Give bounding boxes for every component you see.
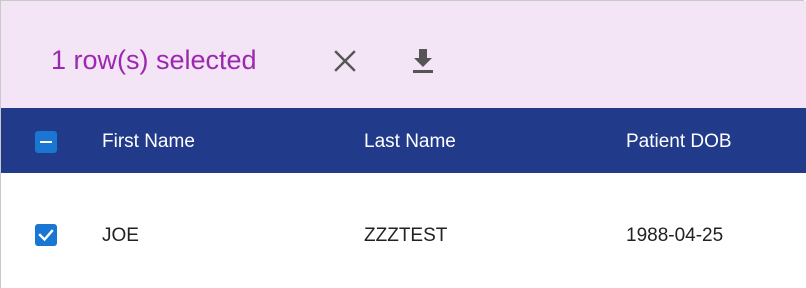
clear-selection-button[interactable] xyxy=(332,48,358,74)
cell-last-name: ZZZTEST xyxy=(364,225,448,246)
cell-patient-dob: 1988-04-25 xyxy=(626,225,724,246)
download-icon xyxy=(413,49,433,73)
select-all-checkbox[interactable] xyxy=(35,131,57,153)
column-header-last-name[interactable]: Last Name xyxy=(364,131,456,153)
check-icon xyxy=(38,229,54,242)
row-select-checkbox[interactable] xyxy=(35,224,57,246)
column-header-first-name[interactable]: First Name xyxy=(102,131,195,153)
close-icon xyxy=(334,50,356,72)
indeterminate-icon xyxy=(40,141,52,143)
column-header-patient-dob[interactable]: Patient DOB xyxy=(626,131,732,153)
download-selected-button[interactable] xyxy=(410,46,436,76)
selection-count-label: 1 row(s) selected xyxy=(51,45,257,75)
cell-first-name: JOE xyxy=(102,225,139,246)
